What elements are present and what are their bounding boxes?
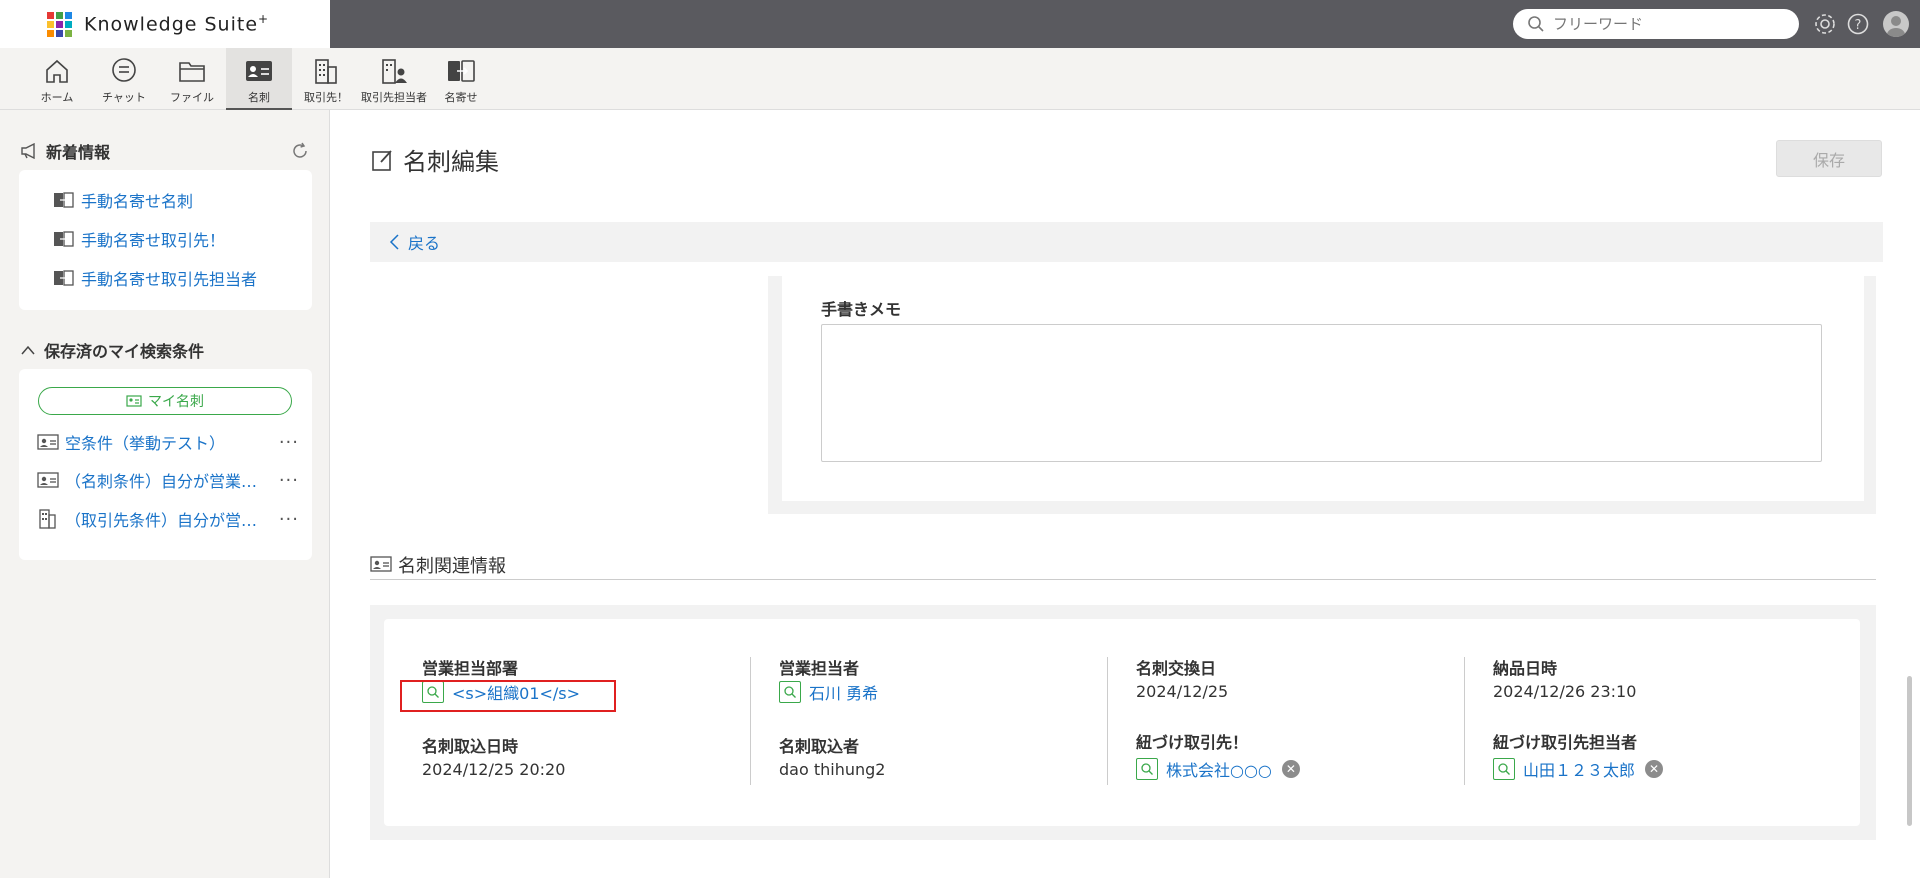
merge-icon	[54, 192, 74, 208]
rep-label: 営業担当者	[779, 659, 860, 678]
saved-condition-item[interactable]: 空条件（挙動テスト） ···	[37, 430, 299, 454]
nav-home[interactable]: ホーム	[32, 48, 82, 110]
news-section-title: 新着情報	[20, 139, 110, 163]
merge-icon	[54, 231, 74, 247]
card-icon	[37, 434, 59, 450]
saved-condition-item[interactable]: （名刺条件）自分が営業担当 ···	[37, 468, 299, 492]
chevron-left-icon	[389, 234, 399, 250]
linked-client-link[interactable]: 株式会社○○○ ✕	[1136, 757, 1300, 781]
chevron-up-icon	[21, 345, 35, 355]
linked-contact-link[interactable]: 山田１２３太郎 ✕	[1493, 757, 1664, 781]
importer-label: 名刺取込者	[779, 737, 860, 756]
exchange-value: 2024/12/25	[1136, 682, 1229, 701]
saved-condition-item[interactable]: （取引先条件）自分が営業担当 ···	[37, 507, 299, 531]
chat-icon	[112, 58, 136, 82]
linked-client-label: 紐づけ取引先！	[1136, 733, 1249, 752]
avatar[interactable]	[1883, 11, 1909, 37]
merge-icon	[448, 60, 475, 82]
clear-icon[interactable]: ✕	[1645, 760, 1664, 778]
exchange-label: 名刺交換日	[1136, 659, 1217, 678]
megaphone-icon	[21, 143, 35, 159]
scrollbar[interactable]	[1907, 676, 1912, 826]
news-link-merge-client[interactable]: 手動名寄せ取引先！	[53, 227, 225, 251]
nav-chat[interactable]: チャット	[96, 48, 152, 110]
card-icon	[126, 395, 142, 407]
building-icon	[39, 509, 56, 529]
card-icon	[370, 556, 392, 572]
memo-section: 手書きメモ	[768, 276, 1876, 514]
related-col-exchange: 名刺交換日 2024/12/25 紐づけ取引先！ 株式会社○○○ ✕	[1107, 657, 1465, 785]
refresh-icon[interactable]	[290, 141, 310, 161]
dept-label: 営業担当部署	[422, 659, 519, 678]
my-card-button[interactable]: マイ名刺	[38, 387, 292, 415]
news-link-merge-contact[interactable]: 手動名寄せ取引先担当者	[53, 266, 257, 290]
lookup-icon	[1136, 758, 1158, 780]
related-info-section: 営業担当部署 <s>組織01</s> 名刺取込日時 2024/12/25 20:…	[370, 605, 1876, 840]
more-options-icon[interactable]: ···	[279, 432, 299, 453]
related-info-card: 営業担当部署 <s>組織01</s> 名刺取込日時 2024/12/25 20:…	[384, 619, 1860, 826]
related-col-dept: 営業担当部署 <s>組織01</s> 名刺取込日時 2024/12/25 20:…	[384, 657, 742, 785]
rep-link[interactable]: 石川 勇希	[779, 680, 878, 704]
importer-value: dao thihung2	[779, 760, 886, 779]
svg-text:?: ?	[1855, 18, 1862, 33]
nav-clients[interactable]: 取引先！	[300, 48, 352, 110]
edit-icon	[372, 149, 392, 171]
merge-icon	[54, 270, 74, 286]
business-card-icon	[246, 61, 272, 81]
more-options-icon[interactable]: ···	[279, 509, 299, 530]
logo-mark-icon	[47, 11, 72, 37]
nav-client-contacts[interactable]: 取引先担当者	[358, 48, 430, 110]
home-icon	[46, 59, 68, 83]
import-date-value: 2024/12/25 20:20	[422, 760, 566, 779]
memo-label: 手書きメモ	[821, 300, 902, 319]
top-bar: Knowledge Suite+ ?	[0, 0, 1920, 48]
nav-business-card[interactable]: 名刺	[226, 48, 292, 110]
app-logo[interactable]: Knowledge Suite+	[0, 0, 330, 48]
card-icon	[37, 472, 59, 488]
news-card: 手動名寄せ名刺 手動名寄せ取引先！ 手動名寄せ取引先担当者	[19, 170, 312, 310]
gear-icon[interactable]	[1813, 12, 1837, 36]
help-icon[interactable]: ?	[1846, 12, 1870, 36]
lookup-icon	[1493, 758, 1515, 780]
import-date-label: 名刺取込日時	[422, 737, 519, 756]
main-nav: ホーム チャット ファイル 名刺 取引先！ 取引先担当者 名寄せ	[0, 48, 1920, 110]
memo-card: 手書きメモ	[782, 276, 1864, 501]
sidebar: 新着情報 手動名寄せ名刺 手動名寄せ取引先！ 手動名寄せ取引先担当者 保存済のマ…	[0, 110, 330, 878]
page-title: 名刺編集	[371, 142, 499, 177]
contact-building-icon	[382, 59, 407, 84]
handwritten-memo-field[interactable]	[821, 324, 1822, 462]
news-link-merge-card[interactable]: 手動名寄せ名刺	[53, 188, 193, 212]
more-options-icon[interactable]: ···	[279, 470, 299, 491]
related-col-rep: 営業担当者 石川 勇希 名刺取込者 dao thihung2	[750, 657, 1108, 785]
related-info-title: 名刺関連情報	[370, 552, 1876, 580]
saved-search-card: マイ名刺 空条件（挙動テスト） ··· （名刺条件）自分が営業担当 ··· （取…	[19, 369, 312, 560]
nav-merge[interactable]: 名寄せ	[436, 48, 486, 110]
clear-icon[interactable]: ✕	[1281, 760, 1300, 778]
delivery-value: 2024/12/26 23:10	[1493, 682, 1637, 701]
search-icon	[1528, 16, 1544, 32]
nav-file[interactable]: ファイル	[164, 48, 220, 110]
folder-icon	[179, 62, 205, 82]
related-col-delivery: 納品日時 2024/12/26 23:10 紐づけ取引先担当者 山田１２３太郎 …	[1464, 657, 1822, 785]
free-word-search[interactable]	[1513, 9, 1799, 39]
lookup-icon	[779, 681, 801, 703]
building-icon	[315, 59, 337, 84]
save-button[interactable]: 保存	[1776, 140, 1882, 177]
saved-search-toggle[interactable]: 保存済のマイ検索条件	[20, 338, 204, 362]
back-link[interactable]: 戻る	[370, 222, 1883, 262]
highlight-box	[400, 680, 616, 712]
linked-contact-label: 紐づけ取引先担当者	[1493, 733, 1638, 752]
search-input[interactable]	[1553, 15, 1783, 33]
delivery-label: 納品日時	[1493, 659, 1558, 678]
logo-text: Knowledge Suite+	[84, 12, 270, 36]
